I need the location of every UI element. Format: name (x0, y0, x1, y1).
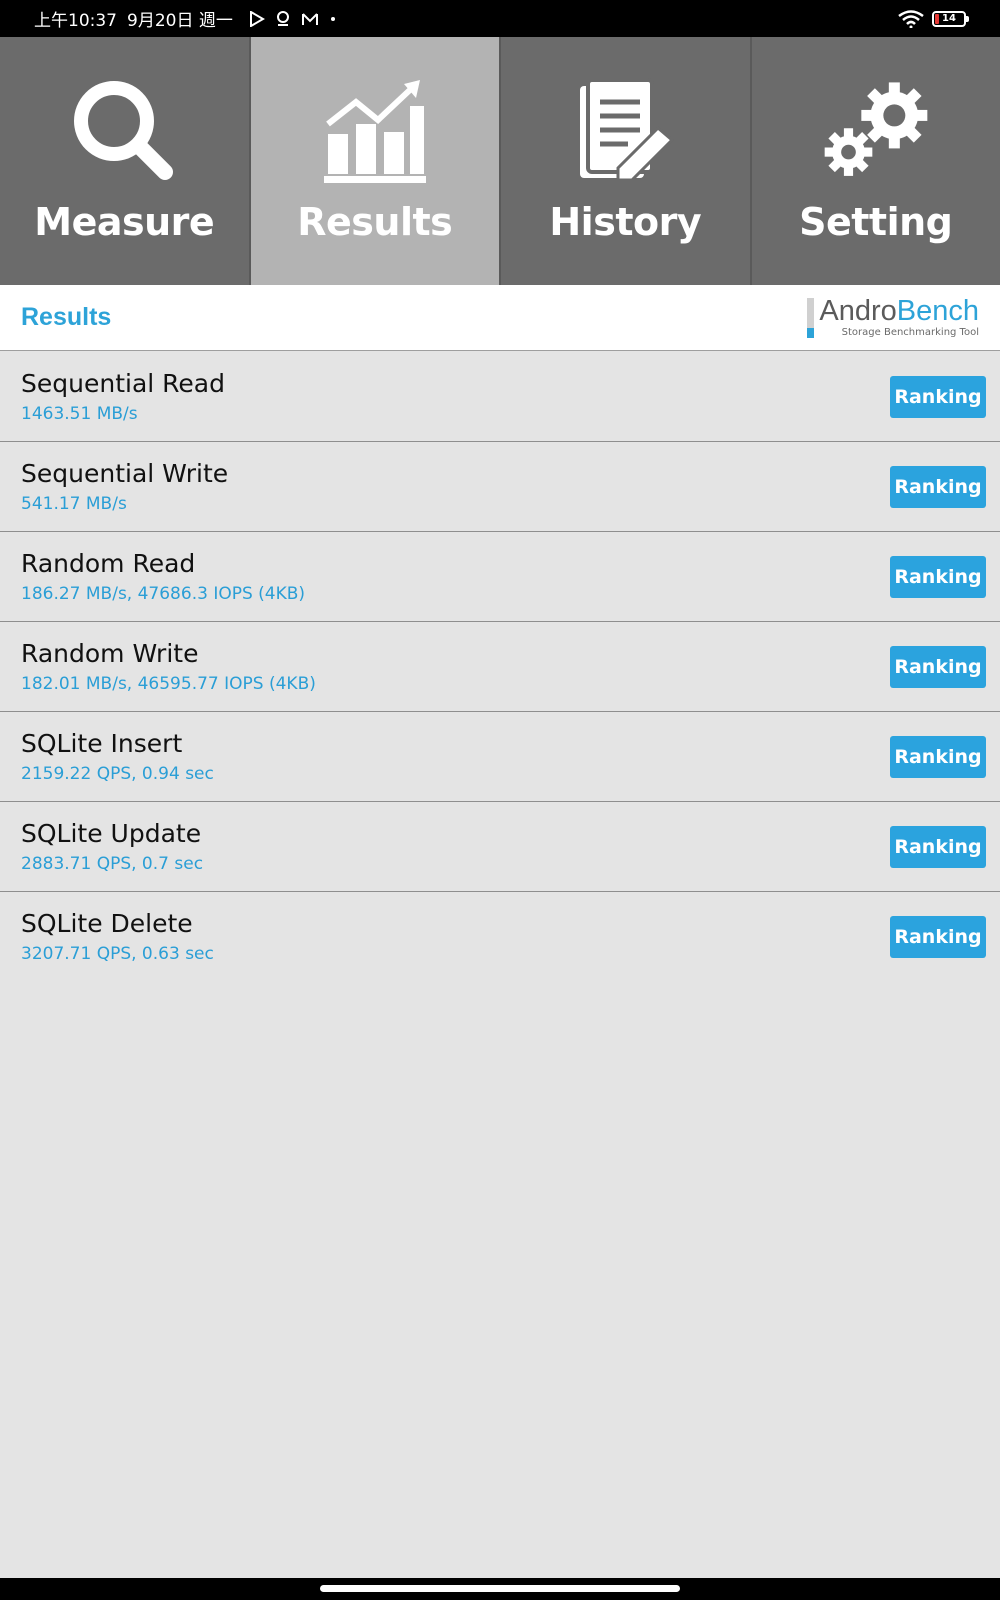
status-time: 上午10:37 (34, 11, 117, 31)
result-name: SQLite Delete (21, 909, 193, 938)
tab-setting[interactable]: Setting (751, 37, 1000, 285)
ranking-button[interactable]: Ranking (890, 916, 986, 958)
result-value: 541.17 MB/s (21, 494, 127, 514)
tab-results[interactable]: Results (250, 37, 501, 285)
list-item: SQLite Update 2883.71 QPS, 0.7 sec Ranki… (0, 802, 1000, 892)
result-value: 3207.71 QPS, 0.63 sec (21, 944, 214, 964)
status-date: 9月20日 週一 (127, 11, 233, 31)
result-value: 2883.71 QPS, 0.7 sec (21, 854, 204, 874)
chart-icon (320, 73, 430, 188)
list-item: Sequential Write 541.17 MB/s Ranking (0, 442, 1000, 532)
result-name: Random Read (21, 549, 196, 578)
tab-label: Results (297, 200, 453, 244)
ranking-button[interactable]: Ranking (890, 466, 986, 508)
logo-text: AndroBench Storage Benchmarking Tool (819, 295, 979, 339)
logo-subtitle: Storage Benchmarking Tool (841, 327, 979, 338)
tab-label: Measure (34, 200, 215, 244)
logo-name: AndroBench (819, 295, 979, 327)
tab-label: History (549, 200, 702, 244)
document-icon (570, 73, 680, 188)
results-header: Results AndroBench Storage Benchmarking … (0, 285, 1000, 351)
page-title: Results (21, 303, 112, 331)
battery-icon: 14 (932, 10, 969, 27)
androbench-logo: AndroBench Storage Benchmarking Tool (807, 295, 979, 339)
result-name: Sequential Write (21, 459, 229, 488)
tab-history[interactable]: History (501, 37, 752, 285)
list-item: Random Read 186.27 MB/s, 47686.3 IOPS (4… (0, 532, 1000, 622)
search-icon (69, 73, 179, 188)
logo-andro: Andro (819, 295, 897, 327)
result-value: 182.01 MB/s, 46595.77 IOPS (4KB) (21, 674, 316, 694)
gear-icon (821, 73, 931, 188)
tab-measure[interactable]: Measure (0, 37, 251, 285)
result-name: Sequential Read (21, 369, 225, 398)
logo-bar (807, 297, 815, 338)
tab-bar: Measure Results History Setting (0, 37, 1000, 285)
list-item: SQLite Delete 3207.71 QPS, 0.63 sec Rank… (0, 892, 1000, 982)
result-name: SQLite Insert (21, 729, 183, 758)
tab-label: Setting (799, 200, 953, 244)
location-icon (276, 10, 289, 26)
wifi-icon (898, 9, 924, 28)
battery-level: 14 (942, 13, 956, 24)
ranking-button[interactable]: Ranking (890, 826, 986, 868)
status-left: 上午10:37 9月20日 週一 (34, 6, 337, 31)
home-indicator[interactable] (320, 1585, 680, 1592)
ranking-button[interactable]: Ranking (890, 376, 986, 418)
dot-icon (330, 16, 335, 21)
list-item: Random Write 182.01 MB/s, 46595.77 IOPS … (0, 622, 1000, 712)
list-item: Sequential Read 1463.51 MB/s Ranking (0, 352, 1000, 442)
ranking-button[interactable]: Ranking (890, 556, 986, 598)
result-value: 1463.51 MB/s (21, 404, 138, 424)
system-nav-bar (0, 1578, 1000, 1600)
status-bar: 上午10:37 9月20日 週一 14 (0, 0, 1000, 37)
status-right: 14 (898, 9, 969, 28)
result-value: 2159.22 QPS, 0.94 sec (21, 764, 214, 784)
logo-bench: Bench (896, 295, 979, 327)
result-value: 186.27 MB/s, 47686.3 IOPS (4KB) (21, 584, 306, 604)
result-name: Random Write (21, 639, 199, 668)
result-name: SQLite Update (21, 819, 202, 848)
play-icon (249, 10, 265, 27)
results-list: Sequential Read 1463.51 MB/s Ranking Seq… (0, 352, 1000, 982)
ranking-button[interactable]: Ranking (890, 646, 986, 688)
ranking-button[interactable]: Ranking (890, 736, 986, 778)
list-item: SQLite Insert 2159.22 QPS, 0.94 sec Rank… (0, 712, 1000, 802)
mail-icon (301, 12, 318, 25)
notification-icons (249, 10, 337, 28)
